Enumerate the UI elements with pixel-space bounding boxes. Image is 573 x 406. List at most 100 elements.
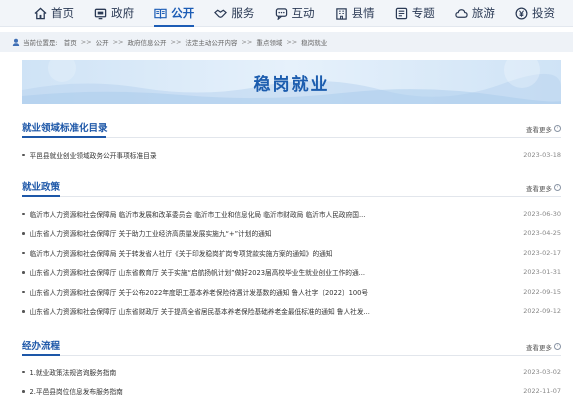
arrow-right-icon: › — [554, 184, 561, 191]
breadcrumb-separator: >> — [241, 38, 253, 46]
breadcrumb-separator: >> — [112, 38, 124, 46]
list-item[interactable]: 山东省人力资源和社会保障厅 关于助力工业经济高质量发展实施九“+”计划的通知 20… — [22, 224, 561, 244]
section-title: 经办流程 — [22, 341, 61, 352]
breadcrumb-prefix: 当前位置是: — [23, 39, 58, 47]
bullet-icon — [22, 390, 25, 393]
breadcrumb-item-open[interactable]: 公开 — [96, 37, 109, 47]
item-title[interactable]: 临沂市人力资源和社会保障局 临沂市发展和改革委员会 临沂市工业和信息化局 临沂市… — [30, 209, 366, 219]
nav-label: 县情 — [351, 6, 375, 20]
nav-label: 专题 — [411, 6, 435, 20]
item-date: 2022-09-15 — [523, 287, 561, 296]
item-date: 2022-09-12 — [523, 307, 561, 316]
more-link[interactable]: 查看更多 › — [526, 124, 561, 134]
breadcrumb-item-key-areas[interactable]: 重点领域 — [256, 37, 282, 47]
more-label: 查看更多 — [526, 184, 552, 193]
book-icon — [154, 8, 167, 19]
list-item[interactable]: 2.平邑县岗位信息发布服务指南 2022-11-07 — [22, 382, 561, 402]
section-header: 就业领域标准化目录 查看更多 › — [22, 120, 561, 138]
breadcrumb-item-home[interactable]: 首页 — [64, 37, 77, 47]
location-icon — [12, 38, 20, 46]
list-item[interactable]: 山东省人力资源和社会保障厅 关于公布2022年度职工基本养老保险待遇计发基数的通… — [22, 282, 561, 302]
breadcrumb-item-statutory[interactable]: 法定主动公开内容 — [185, 37, 237, 47]
arrow-right-icon: › — [554, 125, 561, 132]
nav-label: 公开 — [171, 6, 195, 20]
more-link[interactable]: 查看更多 › — [526, 342, 561, 352]
bullet-icon — [22, 153, 25, 156]
nav-item-investment[interactable]: 投资 — [515, 0, 555, 27]
list-item[interactable]: 山东省人力资源和社会保障厅 山东省教育厅 关于实施“启航扬帆计划”做好2023届… — [22, 263, 561, 283]
bullet-icon — [22, 290, 25, 293]
section-header: 就业政策 查看更多 › — [22, 179, 561, 197]
item-title[interactable]: 山东省人力资源和社会保障厅 关于助力工业经济高质量发展实施九“+”计划的通知 — [30, 228, 272, 238]
breadcrumb-item-gov-info[interactable]: 政府信息公开 — [128, 37, 167, 47]
more-link[interactable]: 查看更多 › — [526, 183, 561, 193]
list-item[interactable]: 1.就业政策法规咨询服务指南 2023-03-02 — [22, 362, 561, 382]
section-title-underline — [22, 354, 60, 356]
item-title[interactable]: 山东省人力资源和社会保障厅 山东省财政厅 关于提高全省居民基本养老保险基础养老金… — [30, 306, 370, 316]
item-date: 2023-04-25 — [523, 229, 561, 238]
item-title[interactable]: 平邑县就业创业领域政务公开事项标准目录 — [30, 150, 157, 160]
list-item[interactable]: 临沂市人力资源和社会保障局 关于转发省人社厅《关于印发稳岗扩岗专项贷款实施方案的… — [22, 243, 561, 263]
item-date: 2023-02-17 — [523, 248, 561, 257]
nav-item-tourism[interactable]: 旅游 — [455, 0, 495, 27]
page-banner: 稳岗就业 — [22, 60, 561, 104]
home-icon — [34, 7, 47, 19]
bullet-icon — [22, 271, 25, 274]
nav-item-interaction[interactable]: 互动 — [275, 0, 315, 27]
nav-label: 旅游 — [471, 6, 495, 20]
arrow-right-icon: › — [554, 343, 561, 350]
government-icon — [94, 8, 107, 19]
top-nav: 首页 政府 公开 服务 互动 县情 专题 旅游 投资 — [0, 0, 573, 27]
list-item[interactable]: 临沂市人力资源和社会保障局 临沂市发展和改革委员会 临沂市工业和信息化局 临沂市… — [22, 204, 561, 224]
handshake-icon — [214, 8, 228, 18]
item-date: 2023-01-31 — [523, 268, 561, 277]
list-item[interactable]: 山东省人力资源和社会保障厅 山东省财政厅 关于提高全省居民基本养老保险基础养老金… — [22, 302, 561, 322]
section-title: 就业领域标准化目录 — [22, 123, 108, 134]
nav-item-open[interactable]: 公开 — [154, 0, 195, 27]
breadcrumb-separator: >> — [170, 38, 182, 46]
nav-label: 首页 — [51, 6, 74, 20]
item-date: 2022-11-07 — [523, 387, 561, 396]
yuan-icon — [515, 7, 528, 19]
section-standard-catalog: 就业领域标准化目录 查看更多 › 平邑县就业创业领域政务公开事项标准目录 2023-… — [22, 120, 561, 165]
item-list: 平邑县就业创业领域政务公开事项标准目录 2023-03-18 — [22, 145, 561, 165]
section-procedures: 经办流程 查看更多 › 1.就业政策法规咨询服务指南 2023-03-02 2.平邑… — [22, 338, 561, 401]
nav-item-government[interactable]: 政府 — [94, 0, 134, 27]
cloud-icon — [455, 8, 468, 18]
building-icon — [335, 7, 347, 20]
nav-item-home[interactable]: 首页 — [34, 0, 74, 27]
nav-item-county-info[interactable]: 县情 — [335, 0, 375, 27]
section-title: 就业政策 — [22, 182, 61, 193]
item-title[interactable]: 山东省人力资源和社会保障厅 关于公布2022年度职工基本养老保险待遇计发基数的通… — [30, 287, 369, 297]
breadcrumb-separator: >> — [80, 38, 92, 46]
item-title[interactable]: 1.就业政策法规咨询服务指南 — [30, 367, 117, 377]
nav-label: 投资 — [532, 6, 555, 20]
chat-icon — [275, 7, 287, 20]
page-title: 稳岗就业 — [253, 74, 330, 95]
item-list: 1.就业政策法规咨询服务指南 2023-03-02 2.平邑县岗位信息发布服务指南… — [22, 362, 561, 401]
section-title-underline — [22, 136, 106, 138]
nav-item-topics[interactable]: 专题 — [395, 0, 435, 27]
item-date: 2023-06-30 — [523, 209, 561, 218]
item-title[interactable]: 2.平邑县岗位信息发布服务指南 — [30, 386, 123, 396]
nav-label: 服务 — [231, 6, 255, 20]
bullet-icon — [22, 212, 25, 215]
item-date: 2023-03-02 — [523, 367, 561, 376]
item-title[interactable]: 临沂市人力资源和社会保障局 关于转发省人社厅《关于印发稳岗扩岗专项贷款实施方案的… — [30, 248, 333, 258]
bullet-icon — [22, 251, 25, 254]
breadcrumb-item-current[interactable]: 稳岗就业 — [301, 37, 327, 47]
nav-label: 互动 — [291, 6, 315, 20]
more-label: 查看更多 — [526, 343, 552, 352]
item-date: 2023-03-18 — [523, 150, 561, 159]
list-item[interactable]: 平邑县就业创业领域政务公开事项标准目录 2023-03-18 — [22, 145, 561, 165]
bullet-icon — [22, 310, 25, 313]
nav-label: 政府 — [111, 6, 135, 20]
topic-icon — [395, 7, 407, 19]
breadcrumb: 当前位置是: 首页 >> 公开 >> 政府信息公开 >> 法定主动公开内容 >>… — [0, 32, 573, 52]
item-title[interactable]: 山东省人力资源和社会保障厅 山东省教育厅 关于实施“启航扬帆计划”做好2023届… — [30, 267, 366, 277]
section-employment-policy: 就业政策 查看更多 › 临沂市人力资源和社会保障局 临沂市发展和改革委员会 临沂市… — [22, 179, 561, 321]
bullet-icon — [22, 232, 25, 235]
more-label: 查看更多 — [526, 125, 552, 134]
nav-item-service[interactable]: 服务 — [214, 0, 254, 27]
item-list: 临沂市人力资源和社会保障局 临沂市发展和改革委员会 临沂市工业和信息化局 临沂市… — [22, 204, 561, 321]
